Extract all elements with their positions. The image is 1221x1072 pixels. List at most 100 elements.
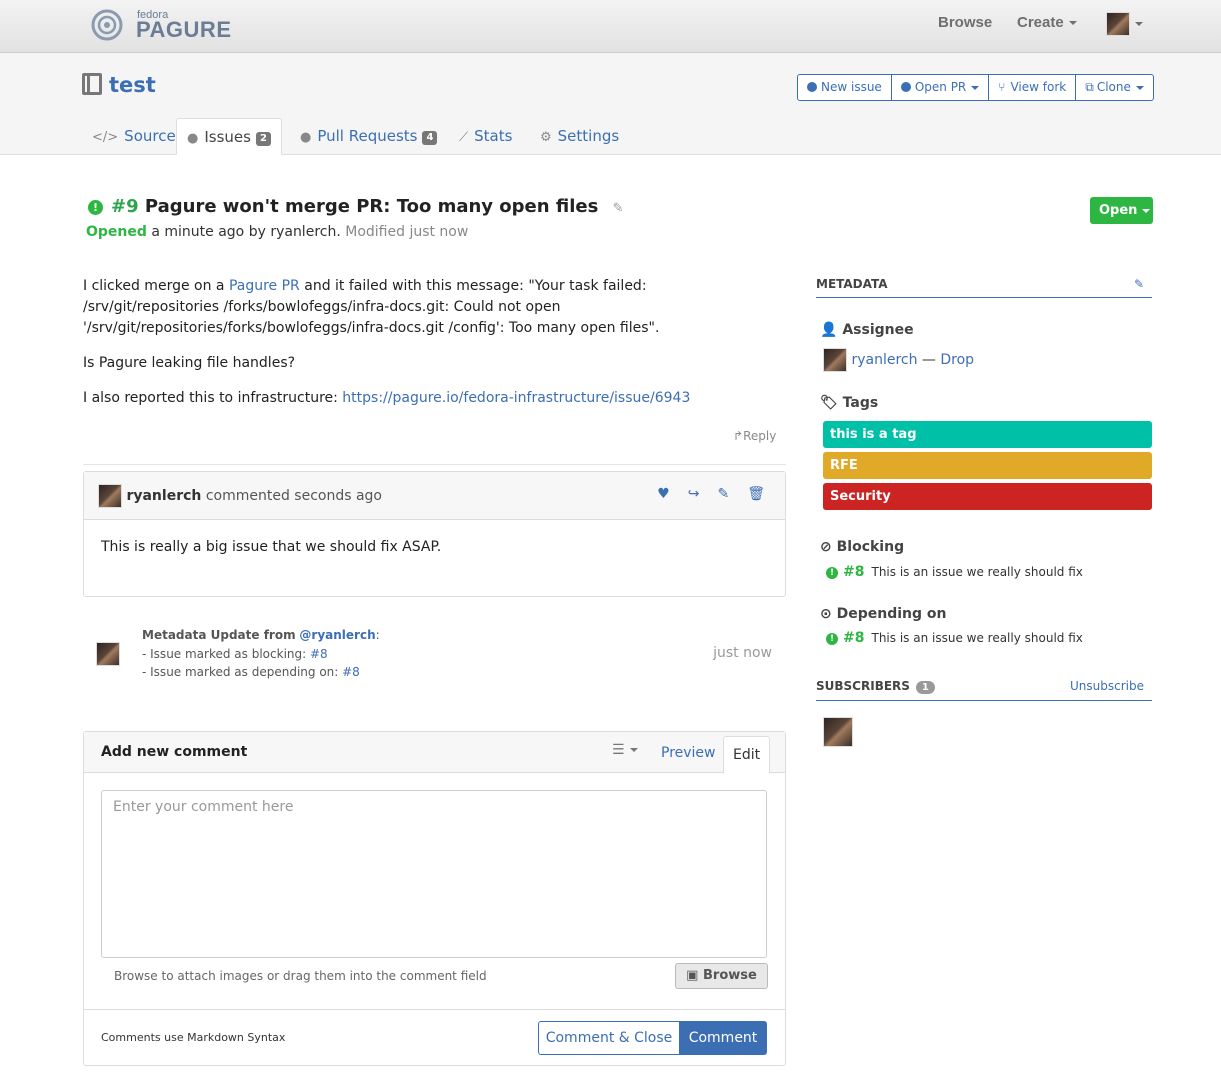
exclamation-circle-icon — [807, 82, 817, 92]
clone-button[interactable]: ⧉ Clone — [1076, 75, 1153, 100]
fork-icon: ⑂ — [998, 80, 1006, 94]
issue-paragraph: Is Pagure leaking file handles? — [83, 355, 296, 371]
open-pr-button[interactable]: Open PR — [892, 75, 990, 100]
check-circle-icon: ⊙ — [820, 606, 832, 622]
issue-title: ! #9 Pagure won't merge PR: Too many open… — [88, 196, 623, 217]
comment-textarea[interactable]: Enter your comment here — [101, 790, 767, 958]
browse-label: Browse — [703, 968, 757, 983]
blocking-issue[interactable]: ! #8 This is an issue we really should fix — [826, 564, 1083, 580]
tab-stats-label: Stats — [474, 127, 513, 145]
browse-button[interactable]: ▣ Browse — [675, 963, 768, 989]
tag-item[interactable]: RFE — [823, 452, 1152, 479]
tab-settings[interactable]: ⚙ Settings — [540, 118, 619, 155]
issue-paragraph: I clicked merge on a Pagure PR and it fa… — [83, 276, 783, 339]
template-menu[interactable]: ☰ — [612, 742, 638, 758]
tags-label-text: Tags — [842, 395, 879, 411]
tag-item[interactable]: Security — [823, 483, 1152, 510]
meta-header: Metadata Update from — [142, 628, 296, 642]
repo-title[interactable]: test — [82, 73, 156, 97]
issue-description: I clicked merge on a Pagure PR and it fa… — [83, 276, 783, 423]
assignee-row: ryanlerch — Drop — [823, 348, 974, 372]
comment-actions: ♥ ↪ ✎ 🗑 — [639, 486, 765, 502]
meta-line: - Issue marked as depending on: — [142, 665, 343, 679]
markdown-note[interactable]: Comments use Markdown Syntax — [101, 1031, 285, 1044]
metadata-update: Metadata Update from @ryanlerch: - Issue… — [96, 626, 786, 686]
tab-issues[interactable]: ● Issues 2 — [176, 118, 282, 155]
comment-close-button[interactable]: Comment & Close — [538, 1021, 680, 1055]
depending-label: ⊙ Depending on — [820, 606, 946, 622]
subscribers-header: SUBSCRIBERS 1 Unsubscribe — [816, 679, 1152, 701]
subscriber-avatar[interactable] — [823, 717, 853, 747]
pencil-icon[interactable]: ✎ — [613, 201, 624, 216]
subscribers-count-badge: 1 — [915, 681, 935, 694]
trash-icon[interactable]: 🗑 — [747, 486, 765, 502]
heart-icon[interactable]: ♥ — [657, 486, 670, 502]
issue-number: #9 — [111, 196, 139, 217]
pagure-logo[interactable]: fedora PAGURE — [91, 9, 231, 42]
exclamation-circle-icon: ! — [88, 200, 103, 215]
issue-title-text: Pagure won't merge PR: Too many open fil… — [144, 196, 599, 217]
tab-edit[interactable]: Edit — [723, 736, 771, 774]
open-pr-label: Open PR — [914, 80, 967, 94]
tab-source[interactable]: </> Source — [92, 118, 176, 155]
chevron-down-icon — [1135, 85, 1144, 90]
tag-item[interactable]: this is a tag — [823, 421, 1152, 448]
reply-icon: ↱ — [733, 429, 744, 443]
meta-user-link[interactable]: @ryanlerch — [299, 628, 375, 642]
comment-card: ryanlerch commented seconds ago ♥ ↪ ✎ 🗑 Thi… — [83, 471, 786, 597]
chevron-down-icon — [629, 748, 638, 752]
assignee-label-text: Assignee — [842, 322, 914, 338]
pencil-icon[interactable]: ✎ — [1134, 277, 1144, 291]
pagure-pr-link[interactable]: Pagure PR — [229, 278, 300, 294]
exclamation-circle-icon: ! — [826, 633, 838, 645]
arrow-circle-down-icon: ● — [300, 130, 312, 145]
code-icon: </> — [92, 130, 119, 145]
assignee-name[interactable]: ryanlerch — [851, 352, 917, 368]
reply-label: Reply — [743, 429, 777, 443]
new-issue-button[interactable]: New issue — [798, 75, 892, 100]
share-icon[interactable]: ↪ — [688, 486, 700, 502]
nav-create-menu[interactable]: Create — [1017, 14, 1077, 31]
logo-pagure-text: PAGURE — [136, 17, 232, 42]
chevron-down-icon — [971, 85, 980, 90]
line-chart-icon: ⟋ — [459, 130, 469, 145]
nav-browse[interactable]: Browse — [938, 14, 992, 31]
infra-issue-link[interactable]: https://pagure.io/fedora-infrastructure/… — [342, 390, 690, 406]
meta-line: - Issue marked as blocking: — [142, 646, 310, 661]
new-issue-label: New issue — [821, 80, 882, 94]
tab-stats[interactable]: ⟋ Stats — [459, 118, 512, 155]
comment-author[interactable]: ryanlerch — [126, 488, 201, 504]
user-menu[interactable] — [1106, 12, 1143, 36]
subscribers-title: SUBSCRIBERS — [816, 679, 910, 693]
unsubscribe-link[interactable]: Unsubscribe — [1070, 679, 1144, 693]
issue-link[interactable]: #8 — [342, 665, 360, 679]
chevron-down-icon — [1142, 208, 1151, 213]
issue-status-dropdown[interactable]: Open — [1090, 197, 1153, 224]
attach-hint: Browse to attach images or drag them int… — [114, 969, 487, 983]
repo-header: test New issue Open PR ⑂ View fork ⧉ Clone… — [0, 53, 1221, 155]
opened-label: Opened — [86, 224, 147, 240]
tab-preview[interactable]: Preview — [661, 745, 716, 761]
tab-pr-label: Pull Requests — [317, 127, 418, 145]
pagure-shell-icon — [91, 9, 123, 41]
comment-button[interactable]: Comment — [679, 1021, 767, 1055]
blocking-label: ⊘ Blocking — [820, 539, 904, 555]
exclamation-circle-icon: ! — [826, 567, 838, 579]
divider — [83, 464, 786, 465]
issue-link[interactable]: #8 — [310, 647, 328, 661]
modified-text: Modified just now — [345, 224, 469, 240]
add-comment-header: Add new comment ☰ Preview Edit — [84, 732, 785, 774]
repo-action-buttons: New issue Open PR ⑂ View fork ⧉ Clone — [797, 74, 1154, 101]
drop-assignee-link[interactable]: Drop — [940, 352, 974, 368]
blocking-label-text: Blocking — [836, 539, 905, 555]
reply-button[interactable]: ↱Reply — [733, 429, 776, 443]
tab-issues-label: Issues — [204, 128, 251, 146]
comment-time: commented seconds ago — [205, 488, 382, 504]
file-image-icon: ▣ — [686, 968, 699, 983]
pencil-icon[interactable]: ✎ — [717, 486, 729, 502]
metadata-header: METADATA ✎ — [816, 277, 1152, 298]
tab-settings-label: Settings — [557, 127, 620, 145]
view-fork-button[interactable]: ⑂ View fork — [989, 75, 1077, 100]
depending-issue[interactable]: ! #8 This is an issue we really should fix — [826, 630, 1083, 646]
tab-pull-requests[interactable]: ● Pull Requests 4 — [300, 118, 438, 155]
